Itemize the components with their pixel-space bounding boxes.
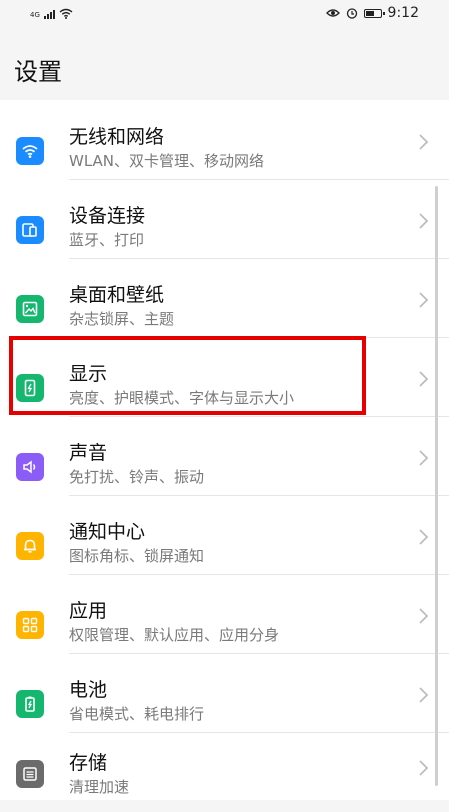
settings-item-wallpaper[interactable]: 桌面和壁纸 杂志锁屏、主题 [0,258,449,338]
item-title: 电池 [69,679,108,701]
status-bar: 4G 9:12 [0,0,449,30]
item-title: 通知中心 [69,521,146,543]
sound-icon [16,453,44,481]
signal-icon [43,9,55,19]
settings-item-notifications[interactable]: 通知中心 图标角标、锁屏通知 [0,495,449,575]
item-title: 无线和网络 [69,126,165,148]
settings-item-storage[interactable]: 存储 清理加速 [0,732,449,812]
settings-list: 无线和网络 WLAN、双卡管理、移动网络 设备连接 蓝牙、打印 桌面和壁纸 杂志… [0,100,449,800]
battery-status-icon [363,8,385,18]
chevron-right-icon [419,292,429,308]
status-right: 9:12 [325,5,419,21]
apps-icon [16,611,44,639]
display-icon [16,374,44,402]
item-subtitle: 图标角标、锁屏通知 [69,547,205,565]
chevron-right-icon [419,608,429,624]
chevron-right-icon [419,450,429,466]
chevron-right-icon [419,760,429,776]
chevron-right-icon [419,371,429,387]
item-title: 桌面和壁纸 [69,284,165,306]
item-subtitle: 清理加速 [69,778,130,796]
chevron-right-icon [419,529,429,545]
battery-icon [16,690,44,718]
item-subtitle: 权限管理、默认应用、应用分身 [69,626,280,644]
wifi-icon [16,137,44,165]
settings-item-battery[interactable]: 电池 省电模式、耗电排行 [0,653,449,733]
item-subtitle: 亮度、护眼模式、字体与显示大小 [69,389,295,407]
device-connection-icon [16,216,44,244]
settings-item-sound[interactable]: 声音 免打扰、铃声、振动 [0,416,449,496]
settings-item-apps[interactable]: 应用 权限管理、默认应用、应用分身 [0,574,449,654]
chevron-right-icon [419,134,429,150]
item-title: 存储 [69,752,108,774]
item-subtitle: 省电模式、耗电排行 [69,705,205,723]
item-title: 显示 [69,363,108,385]
wallpaper-icon [16,295,44,323]
wifi-status-icon [59,8,73,19]
status-time: 9:12 [387,5,419,21]
settings-item-device-connection[interactable]: 设备连接 蓝牙、打印 [0,179,449,259]
item-subtitle: 免打扰、铃声、振动 [69,468,205,486]
chevron-right-icon [419,687,429,703]
item-subtitle: WLAN、双卡管理、移动网络 [69,152,265,170]
bell-icon [16,532,44,560]
eye-comfort-icon [325,9,340,17]
item-title: 声音 [69,442,108,464]
status-left: 4G [30,8,73,19]
network-type: 4G [30,11,40,19]
item-subtitle: 蓝牙、打印 [69,231,145,249]
item-title: 应用 [69,600,108,622]
settings-item-wireless[interactable]: 无线和网络 WLAN、双卡管理、移动网络 [0,100,449,180]
storage-icon [16,760,44,788]
page-title: 设置 [14,58,62,86]
chevron-right-icon [419,213,429,229]
settings-item-display[interactable]: 显示 亮度、护眼模式、字体与显示大小 [0,337,449,417]
alarm-icon [346,8,357,19]
item-subtitle: 杂志锁屏、主题 [69,310,175,328]
item-title: 设备连接 [69,205,146,227]
scrollbar[interactable] [435,186,438,786]
